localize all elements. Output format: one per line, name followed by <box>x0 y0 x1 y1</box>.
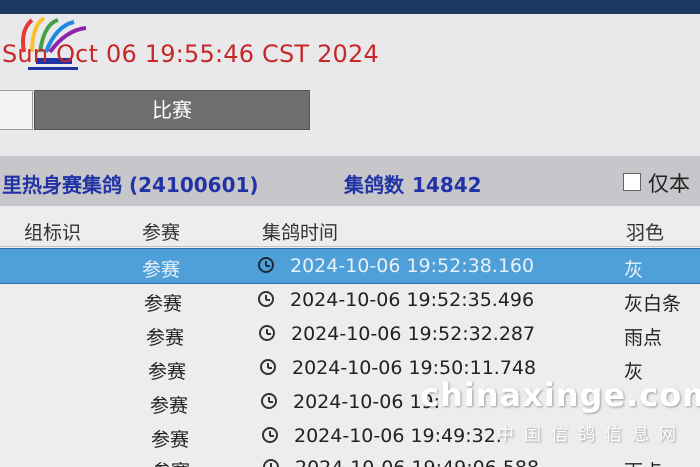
tab-match[interactable]: 比赛 <box>34 90 310 130</box>
window-top-bar <box>0 0 700 14</box>
column-header-status[interactable]: 参赛 <box>142 218 180 245</box>
cell-color: 雨点 <box>624 327 663 349</box>
column-header-time[interactable]: 集鸽时间 <box>262 218 338 245</box>
current-datetime: Sun Oct 06 19:55:46 CST 2024 <box>2 40 379 68</box>
cell-status: 参赛 <box>144 293 183 315</box>
clock-icon <box>262 427 278 443</box>
table-row[interactable]: 参赛 2024-10-06 19:52:38.160 灰 <box>0 248 700 284</box>
cell-time: 2024-10-06 19:49:32. <box>294 425 502 447</box>
race-title: 里热身赛集鸽 (24100601) <box>2 173 259 197</box>
clock-icon <box>259 325 275 341</box>
cell-status: 参赛 <box>146 327 185 349</box>
cell-time: 2024-10-06 19:52:32.287 <box>291 323 536 345</box>
tab-left[interactable] <box>0 90 33 130</box>
clock-icon <box>258 291 274 307</box>
pigeon-count-label: 集鸽数 <box>344 173 404 197</box>
pigeon-count: 集鸽数 14842 <box>344 169 482 198</box>
cell-status: 参赛 <box>151 429 190 451</box>
cell-time: 2024-10-06 19:49:06.588 <box>295 457 539 467</box>
watermark-cn: 中国信鸽信息网 <box>497 425 686 445</box>
cell-color: 灰 <box>624 259 644 281</box>
column-header-group[interactable]: 组标识 <box>24 218 81 245</box>
cell-time: 2024-10-06 19:52:38.160 <box>290 255 535 277</box>
cell-time: 2024-10-06 19:52:35.496 <box>290 289 535 311</box>
clock-icon <box>261 393 277 409</box>
race-info-bar: 里热身赛集鸽 (24100601) 集鸽数 14842 仅本 <box>0 156 700 206</box>
cell-color: 灰白条 <box>624 293 682 315</box>
cell-color: 雨点 <box>624 457 662 467</box>
cell-status: 参赛 <box>150 395 189 417</box>
cell-status: 参赛 <box>148 361 187 383</box>
cell-status: 参赛 <box>142 259 181 281</box>
table-row[interactable]: 参赛 2024-10-06 19:52:32.287 雨点 <box>0 317 700 351</box>
table-row[interactable]: 参赛 2024-10-06 19:52:35.496 灰白条 <box>0 283 700 317</box>
cell-status: 参赛 <box>152 457 190 467</box>
table-row[interactable]: 参赛 2024-10-06 19:49:06.588 雨点 <box>0 451 700 467</box>
clock-icon <box>263 459 279 467</box>
only-this-checkbox[interactable] <box>623 173 641 191</box>
clock-icon <box>258 257 274 273</box>
only-this-label: 仅本 <box>648 172 690 196</box>
watermark-en: chinaxinge.com <box>420 376 700 414</box>
column-header-color[interactable]: 羽色 <box>626 218 664 245</box>
header-divider <box>0 246 700 247</box>
pigeon-count-value: 14842 <box>412 173 482 197</box>
clock-icon <box>260 359 276 375</box>
cell-time: 2024-10-06 19: <box>293 391 441 413</box>
tab-bar: 比赛 <box>0 90 310 130</box>
